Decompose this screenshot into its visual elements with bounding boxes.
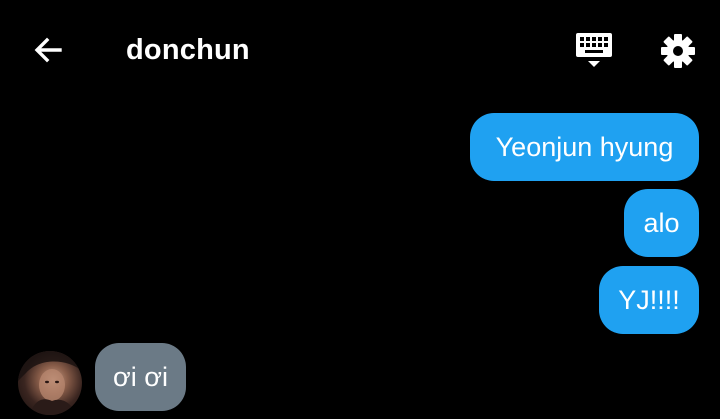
message-bubble-sent[interactable]: YJ!!!! [599, 266, 699, 334]
message-text: Yeonjun hyung [495, 132, 674, 162]
message-bubble-sent[interactable]: Yeonjun hyung [470, 113, 699, 181]
message-text: YJ!!!! [618, 285, 680, 315]
avatar-photo [18, 351, 82, 415]
message-bubble-received[interactable]: ơi ơi [95, 343, 186, 411]
conversation-title: donchun [126, 34, 250, 66]
message-text: ơi ơi [113, 362, 168, 392]
keyboard-icon [576, 33, 612, 67]
message-text: alo [643, 208, 680, 238]
back-button[interactable] [26, 28, 70, 72]
gear-icon [661, 34, 695, 68]
arrow-left-icon [34, 37, 62, 63]
avatar[interactable] [18, 351, 82, 415]
chat-header: donchun [0, 0, 720, 100]
settings-button[interactable] [652, 26, 704, 76]
keyboard-button[interactable] [568, 26, 620, 76]
message-bubble-sent[interactable]: alo [624, 189, 699, 257]
